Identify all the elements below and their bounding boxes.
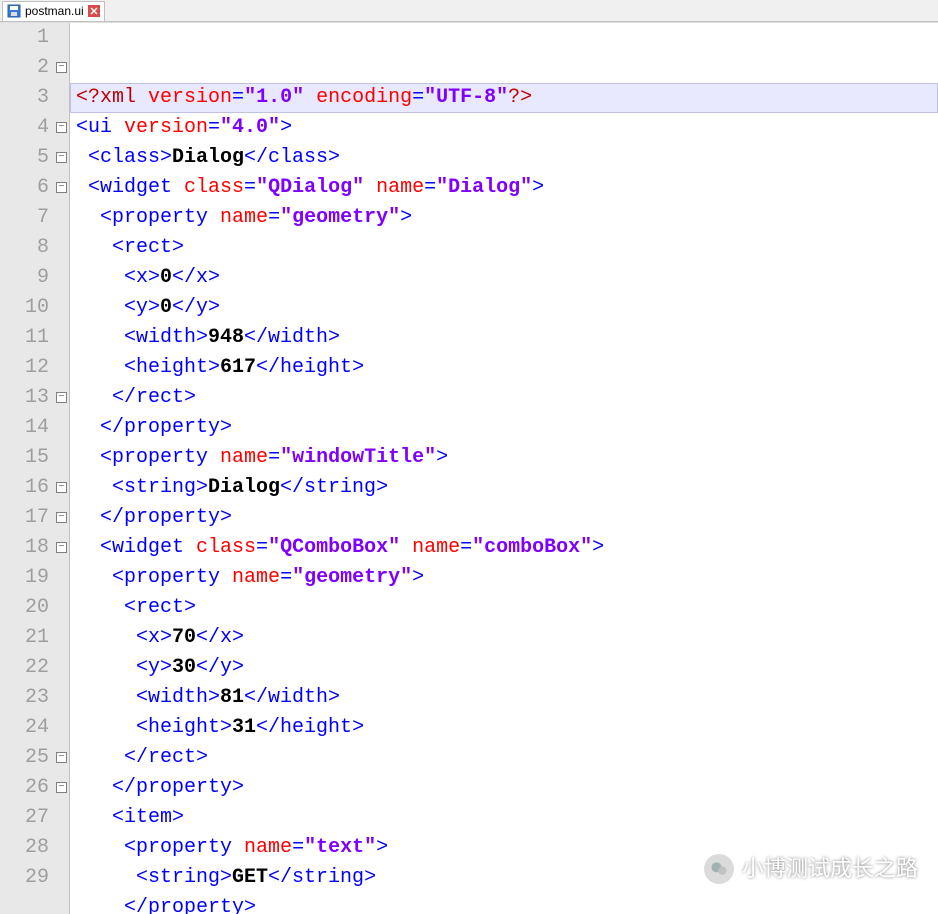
- line-number: 6: [0, 173, 49, 203]
- fold-column: − − − − − − − − − −: [55, 23, 69, 914]
- tab-bar: postman.ui: [0, 0, 938, 22]
- line-number-gutter: 1234567891011121314151617181920212223242…: [0, 23, 70, 914]
- code-line[interactable]: <width>948</width>: [76, 323, 938, 353]
- line-number: 26: [0, 773, 49, 803]
- code-line[interactable]: <x>70</x>: [76, 623, 938, 653]
- line-number: 4: [0, 113, 49, 143]
- line-number: 18: [0, 533, 49, 563]
- fold-toggle-icon[interactable]: −: [56, 482, 67, 493]
- fold-toggle-icon[interactable]: −: [56, 392, 67, 403]
- fold-toggle-icon[interactable]: −: [56, 62, 67, 73]
- line-number: 1: [0, 23, 49, 53]
- line-number: 8: [0, 233, 49, 263]
- fold-toggle-icon[interactable]: −: [56, 782, 67, 793]
- code-line[interactable]: </rect>: [76, 383, 938, 413]
- line-number: 13: [0, 383, 49, 413]
- fold-toggle-icon[interactable]: −: [56, 512, 67, 523]
- code-line[interactable]: <y>0</y>: [76, 293, 938, 323]
- line-number: 17: [0, 503, 49, 533]
- line-number: 23: [0, 683, 49, 713]
- fold-toggle-icon[interactable]: −: [56, 182, 67, 193]
- code-content[interactable]: <?xml version="1.0" encoding="UTF-8"?><u…: [70, 23, 938, 914]
- code-line[interactable]: </property>: [76, 773, 938, 803]
- code-line[interactable]: <rect>: [76, 593, 938, 623]
- code-line[interactable]: <height>31</height>: [76, 713, 938, 743]
- line-number: 22: [0, 653, 49, 683]
- code-line[interactable]: <rect>: [76, 233, 938, 263]
- code-line[interactable]: </property>: [76, 503, 938, 533]
- code-line[interactable]: </property>: [76, 893, 938, 914]
- close-icon[interactable]: [88, 5, 100, 17]
- line-number: 20: [0, 593, 49, 623]
- code-line[interactable]: <item>: [76, 803, 938, 833]
- code-line[interactable]: </property>: [76, 413, 938, 443]
- line-number: 16: [0, 473, 49, 503]
- line-number: 2: [0, 53, 49, 83]
- code-line[interactable]: <property name="geometry">: [76, 563, 938, 593]
- code-line[interactable]: <property name="text">: [76, 833, 938, 863]
- code-line[interactable]: <class>Dialog</class>: [76, 143, 938, 173]
- code-line[interactable]: <string>Dialog</string>: [76, 473, 938, 503]
- code-line[interactable]: </rect>: [76, 743, 938, 773]
- line-number: 14: [0, 413, 49, 443]
- code-line[interactable]: <height>617</height>: [76, 353, 938, 383]
- line-number: 10: [0, 293, 49, 323]
- line-number: 21: [0, 623, 49, 653]
- line-number: 15: [0, 443, 49, 473]
- line-number: 19: [0, 563, 49, 593]
- line-number: 7: [0, 203, 49, 233]
- editor-area: 1234567891011121314151617181920212223242…: [0, 22, 938, 914]
- line-number: 3: [0, 83, 49, 113]
- save-icon: [7, 4, 21, 18]
- line-number: 29: [0, 863, 49, 893]
- fold-toggle-icon[interactable]: −: [56, 542, 67, 553]
- line-number: 25: [0, 743, 49, 773]
- code-line[interactable]: <width>81</width>: [76, 683, 938, 713]
- fold-toggle-icon[interactable]: −: [56, 752, 67, 763]
- tab-filename: postman.ui: [25, 4, 84, 18]
- line-number: 24: [0, 713, 49, 743]
- line-number: 9: [0, 263, 49, 293]
- code-line[interactable]: <property name="geometry">: [76, 203, 938, 233]
- fold-toggle-icon[interactable]: −: [56, 152, 67, 163]
- line-number: 12: [0, 353, 49, 383]
- code-line[interactable]: <x>0</x>: [76, 263, 938, 293]
- code-line[interactable]: <widget class="QDialog" name="Dialog">: [76, 173, 938, 203]
- fold-toggle-icon[interactable]: −: [56, 122, 67, 133]
- file-tab[interactable]: postman.ui: [2, 1, 105, 21]
- line-number: 5: [0, 143, 49, 173]
- code-line[interactable]: <y>30</y>: [76, 653, 938, 683]
- line-number: 28: [0, 833, 49, 863]
- code-line[interactable]: <string>GET</string>: [76, 863, 938, 893]
- line-number: 11: [0, 323, 49, 353]
- code-line[interactable]: <property name="windowTitle">: [76, 443, 938, 473]
- code-line[interactable]: <ui version="4.0">: [76, 113, 938, 143]
- line-number: 27: [0, 803, 49, 833]
- code-line[interactable]: <widget class="QComboBox" name="comboBox…: [76, 533, 938, 563]
- code-line[interactable]: <?xml version="1.0" encoding="UTF-8"?>: [70, 83, 938, 113]
